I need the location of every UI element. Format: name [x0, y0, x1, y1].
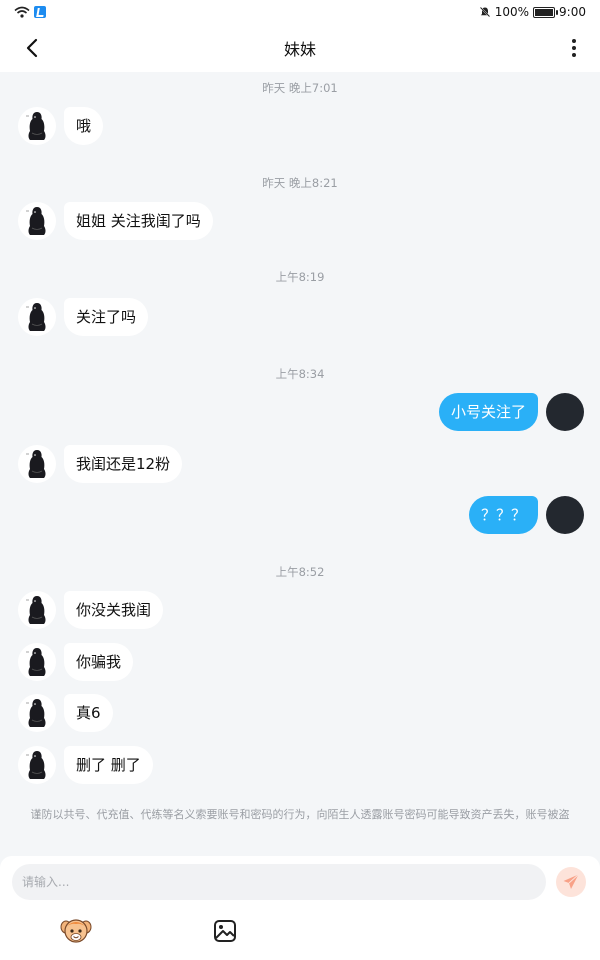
my-avatar[interactable] — [546, 496, 584, 534]
paper-plane-icon — [563, 874, 579, 889]
my-avatar[interactable] — [546, 393, 584, 431]
emoji-face-icon — [60, 919, 92, 943]
back-button[interactable] — [20, 36, 44, 60]
incoming-message: 删了 删了 — [18, 746, 153, 784]
more-vertical-icon — [572, 39, 576, 43]
more-options-button[interactable] — [562, 36, 586, 60]
avatar-figure-icon — [26, 699, 46, 727]
contact-avatar[interactable] — [18, 107, 56, 145]
contact-avatar[interactable] — [18, 445, 56, 483]
security-warning: 谨防以共号、代充值、代练等名义索要账号和密码的行为，向陌生人透露账号密码可能导致… — [30, 808, 570, 821]
avatar-figure-icon — [26, 648, 46, 676]
contact-avatar[interactable] — [18, 298, 56, 336]
message-bubble[interactable]: 关注了吗 — [64, 298, 149, 336]
timestamp: 上午8:34 — [275, 367, 325, 381]
incoming-message: 姐姐 关注我闺了吗 — [18, 202, 213, 240]
message-bubble[interactable]: 姐姐 关注我闺了吗 — [64, 202, 213, 240]
message-bubble[interactable]: 我闺还是12粉 — [64, 445, 183, 483]
message-bubble[interactable]: 真6 — [64, 694, 113, 732]
message-bubble[interactable]: 小号关注了 — [438, 393, 538, 431]
contact-avatar[interactable] — [18, 694, 56, 732]
message-bubble[interactable]: 你没关我闺 — [64, 591, 164, 629]
contact-avatar[interactable] — [18, 591, 56, 629]
avatar-figure-icon — [26, 112, 46, 140]
incoming-message: 真6 — [18, 694, 113, 732]
status-left — [14, 6, 46, 18]
timestamp: 昨天 晚上7:01 — [262, 81, 338, 95]
incoming-message: 关注了吗 — [18, 298, 149, 336]
timestamp: 上午8:19 — [275, 270, 325, 284]
chevron-left-icon — [26, 38, 38, 58]
avatar-figure-icon — [26, 207, 46, 235]
contact-avatar[interactable] — [18, 202, 56, 240]
avatar-figure-icon — [26, 596, 46, 624]
page-title: 妹妹 — [283, 40, 316, 59]
image-icon — [214, 920, 236, 942]
outgoing-message: ？？？ — [468, 496, 584, 534]
battery-percent: 100% — [494, 5, 530, 19]
message-bubble[interactable]: 删了 删了 — [64, 746, 153, 784]
contact-avatar[interactable] — [18, 746, 56, 784]
chat-area[interactable]: 昨天 晚上7:01 哦昨天 晚上8:21 姐姐 关注我闺了吗上午8:19 关注了吗上午… — [0, 72, 600, 856]
wifi-icon — [14, 6, 30, 18]
app-notification-icon — [34, 6, 46, 18]
avatar-figure-icon — [26, 751, 46, 779]
timestamp: 昨天 晚上8:21 — [262, 176, 338, 190]
status-right: 100% 9:00 — [479, 5, 586, 19]
clock: 9:00 — [559, 5, 586, 19]
incoming-message: 你没关我闺 — [18, 591, 164, 629]
status-bar: 100% 9:00 — [0, 0, 600, 24]
battery-fill — [535, 8, 554, 16]
emoji-button[interactable] — [60, 916, 92, 946]
battery-icon — [533, 6, 559, 18]
incoming-message: 我闺还是12粉 — [18, 445, 183, 483]
timestamp: 上午8:52 — [275, 565, 325, 579]
contact-avatar[interactable] — [18, 643, 56, 681]
mute-notification-icon — [479, 6, 490, 18]
outgoing-message: 小号关注了 — [438, 393, 584, 431]
message-input[interactable] — [12, 864, 546, 900]
chat-header: 妹妹 — [0, 24, 600, 72]
message-bubble[interactable]: 哦 — [64, 107, 104, 145]
more-dot — [572, 53, 576, 57]
avatar-figure-icon — [26, 303, 46, 331]
avatar-figure-icon — [26, 450, 46, 478]
more-dot — [572, 46, 576, 50]
image-button[interactable] — [212, 918, 238, 944]
message-bubble[interactable]: 你骗我 — [64, 643, 134, 681]
message-bubble[interactable]: ？？？ — [468, 496, 538, 534]
incoming-message: 哦 — [18, 107, 104, 145]
send-button[interactable] — [556, 867, 586, 897]
incoming-message: 你骗我 — [18, 643, 134, 681]
input-area — [0, 856, 600, 960]
